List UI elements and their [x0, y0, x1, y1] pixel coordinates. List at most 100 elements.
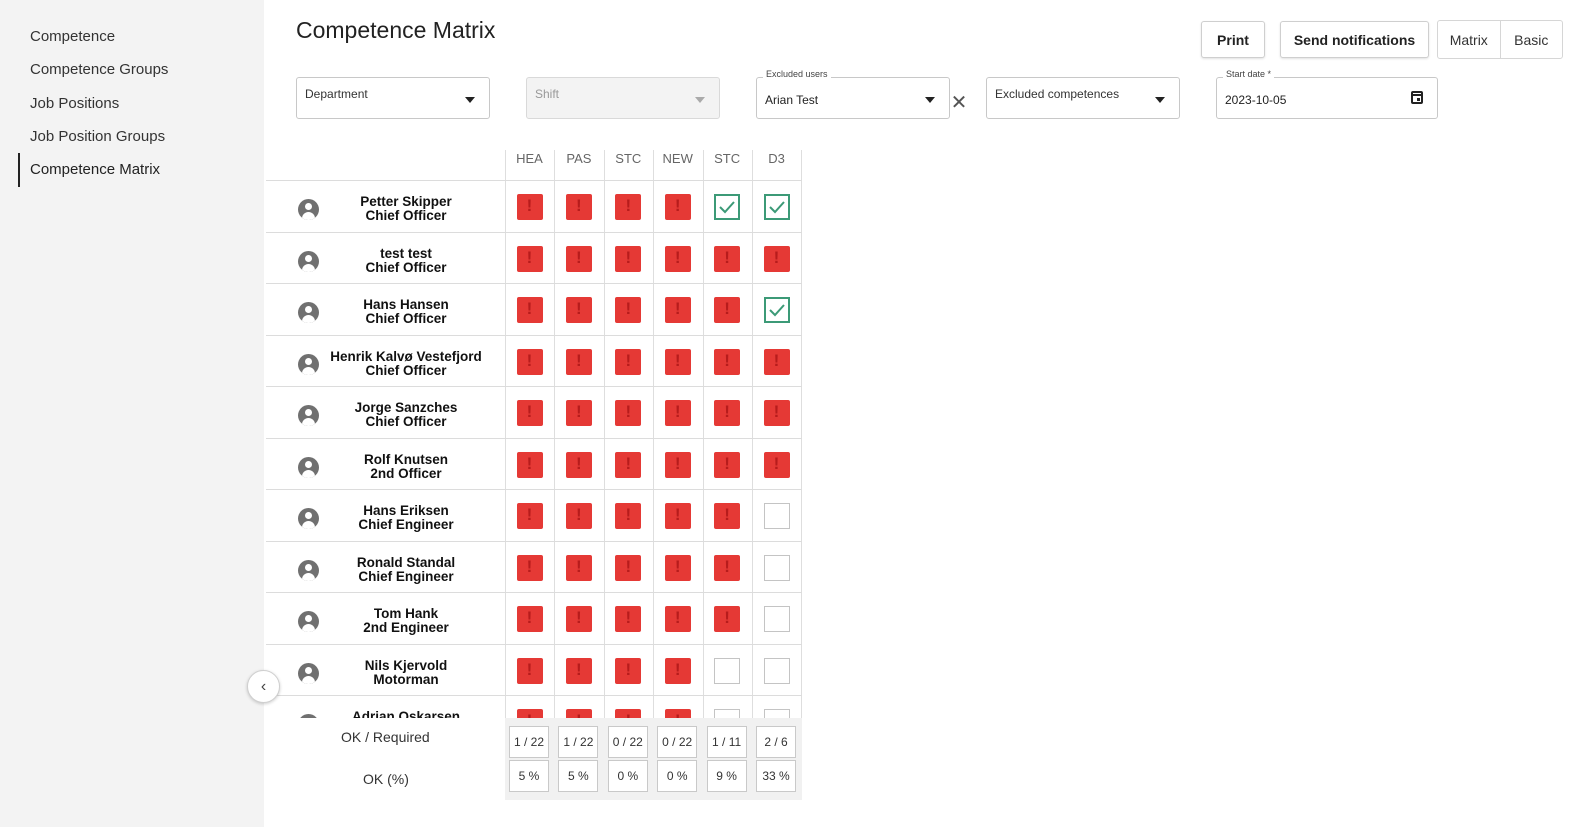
missing-competence-cell[interactable]	[565, 348, 592, 375]
missing-competence-cell[interactable]	[565, 194, 592, 220]
person-name: Nils Kjervold	[364, 657, 448, 673]
missing-competence-cell[interactable]	[664, 709, 691, 718]
ok-percent-label: OK (%)	[363, 771, 409, 787]
missing-competence-cell[interactable]	[763, 348, 790, 375]
missing-competence-cell[interactable]	[615, 709, 642, 718]
not-required-cell[interactable]	[714, 709, 741, 718]
excluded-competences-select[interactable]: Excluded competences	[986, 77, 1180, 119]
not-required-cell[interactable]	[763, 709, 790, 718]
excluded-competences-placeholder: Excluded competences	[995, 87, 1120, 101]
missing-competence-cell[interactable]	[714, 554, 741, 581]
not-required-cell[interactable]	[763, 554, 790, 581]
missing-competence-cell[interactable]	[714, 606, 741, 632]
calendar-icon[interactable]	[1411, 91, 1423, 104]
missing-competence-cell[interactable]	[714, 451, 741, 478]
completed-competence-cell[interactable]	[763, 297, 790, 323]
table-row: Rolf Knutsen 2nd Officer	[266, 437, 802, 490]
missing-competence-cell[interactable]	[615, 297, 642, 323]
not-required-cell[interactable]	[714, 657, 741, 684]
sidebar-item-competence[interactable]: Competence	[30, 25, 115, 49]
missing-competence-cell[interactable]	[615, 245, 642, 272]
not-required-cell[interactable]	[763, 503, 790, 529]
missing-competence-cell[interactable]	[565, 554, 592, 581]
ok-required-label: OK / Required	[341, 729, 430, 745]
collapse-sidebar-button[interactable]: ‹	[247, 670, 280, 703]
missing-competence-cell[interactable]	[565, 245, 592, 272]
chevron-down-icon	[925, 97, 935, 103]
missing-competence-cell[interactable]	[615, 348, 642, 375]
missing-competence-cell[interactable]	[516, 657, 543, 684]
sidebar-item-job-positions[interactable]: Job Positions	[30, 92, 119, 116]
person-role: Chief Engineer	[358, 568, 454, 584]
missing-competence-cell[interactable]	[763, 451, 790, 478]
missing-competence-cell[interactable]	[615, 451, 642, 478]
person-role: Chief Officer	[365, 311, 447, 326]
missing-competence-cell[interactable]	[516, 709, 543, 718]
shift-select[interactable]: Shift	[526, 77, 720, 119]
missing-competence-cell[interactable]	[615, 657, 642, 684]
missing-competence-cell[interactable]	[565, 709, 592, 718]
missing-competence-cell[interactable]	[664, 451, 691, 478]
missing-competence-cell[interactable]	[664, 194, 691, 220]
missing-competence-cell[interactable]	[664, 297, 691, 323]
missing-competence-cell[interactable]	[714, 348, 741, 375]
missing-competence-cell[interactable]	[516, 503, 543, 529]
not-required-cell[interactable]	[763, 606, 790, 632]
table-row: Nils Kjervold Motorman	[266, 643, 802, 696]
missing-competence-cell[interactable]	[615, 400, 642, 426]
sidebar-item-competence-matrix[interactable]: Competence Matrix	[30, 158, 160, 182]
missing-competence-cell[interactable]	[516, 400, 543, 426]
missing-competence-cell[interactable]	[664, 245, 691, 272]
not-required-cell[interactable]	[763, 657, 790, 684]
missing-competence-cell[interactable]	[516, 297, 543, 323]
view-toggle-matrix[interactable]: Matrix	[1438, 21, 1500, 58]
clear-icon[interactable]: ✕	[950, 93, 968, 113]
excluded-users-select[interactable]: Excluded users Arian Test	[756, 69, 950, 119]
completed-competence-cell[interactable]	[714, 194, 741, 220]
ok-required-value: 0 / 22	[607, 726, 648, 758]
sidebar-item-competence-groups[interactable]: Competence Groups	[30, 58, 168, 82]
missing-competence-cell[interactable]	[615, 194, 642, 220]
missing-competence-cell[interactable]	[763, 400, 790, 426]
missing-competence-cell[interactable]	[714, 400, 741, 426]
missing-competence-cell[interactable]	[565, 606, 592, 632]
view-toggle-basic[interactable]: Basic	[1499, 21, 1563, 58]
missing-competence-cell[interactable]	[714, 245, 741, 272]
missing-competence-cell[interactable]	[565, 400, 592, 426]
missing-competence-cell[interactable]	[516, 245, 543, 272]
ok-percent-value: 0 %	[657, 760, 698, 792]
missing-competence-cell[interactable]	[565, 297, 592, 323]
ok-required-value: 1 / 22	[509, 726, 549, 758]
missing-competence-cell[interactable]	[565, 503, 592, 529]
missing-competence-cell[interactable]	[664, 657, 691, 684]
completed-competence-cell[interactable]	[763, 194, 790, 220]
missing-competence-cell[interactable]	[714, 503, 741, 529]
sidebar-item-job-position-groups[interactable]: Job Position Groups	[30, 125, 165, 149]
send-notifications-button[interactable]: Send notifications	[1280, 21, 1429, 58]
chevron-down-icon	[695, 97, 705, 103]
missing-competence-cell[interactable]	[565, 451, 592, 478]
missing-competence-cell[interactable]	[763, 245, 790, 272]
ok-percent-value: 9 %	[706, 760, 747, 792]
missing-competence-cell[interactable]	[615, 554, 642, 581]
department-select[interactable]: Department	[296, 77, 490, 119]
missing-competence-cell[interactable]	[714, 297, 741, 323]
missing-competence-cell[interactable]	[565, 657, 592, 684]
missing-competence-cell[interactable]	[516, 194, 543, 220]
person-name: Petter Skipper	[360, 194, 452, 209]
column-header: D3	[768, 151, 785, 166]
print-button[interactable]: Print	[1201, 21, 1265, 58]
missing-competence-cell[interactable]	[664, 400, 691, 426]
missing-competence-cell[interactable]	[516, 606, 543, 632]
missing-competence-cell[interactable]	[516, 348, 543, 375]
missing-competence-cell[interactable]	[516, 451, 543, 478]
missing-competence-cell[interactable]	[664, 606, 691, 632]
missing-competence-cell[interactable]	[664, 348, 691, 375]
missing-competence-cell[interactable]	[664, 503, 691, 529]
user-avatar-icon	[298, 250, 319, 272]
missing-competence-cell[interactable]	[615, 606, 642, 632]
missing-competence-cell[interactable]	[615, 503, 642, 529]
missing-competence-cell[interactable]	[516, 554, 543, 581]
missing-competence-cell[interactable]	[664, 554, 691, 581]
start-date-field[interactable]: Start date * 2023-10-05	[1216, 69, 1438, 119]
